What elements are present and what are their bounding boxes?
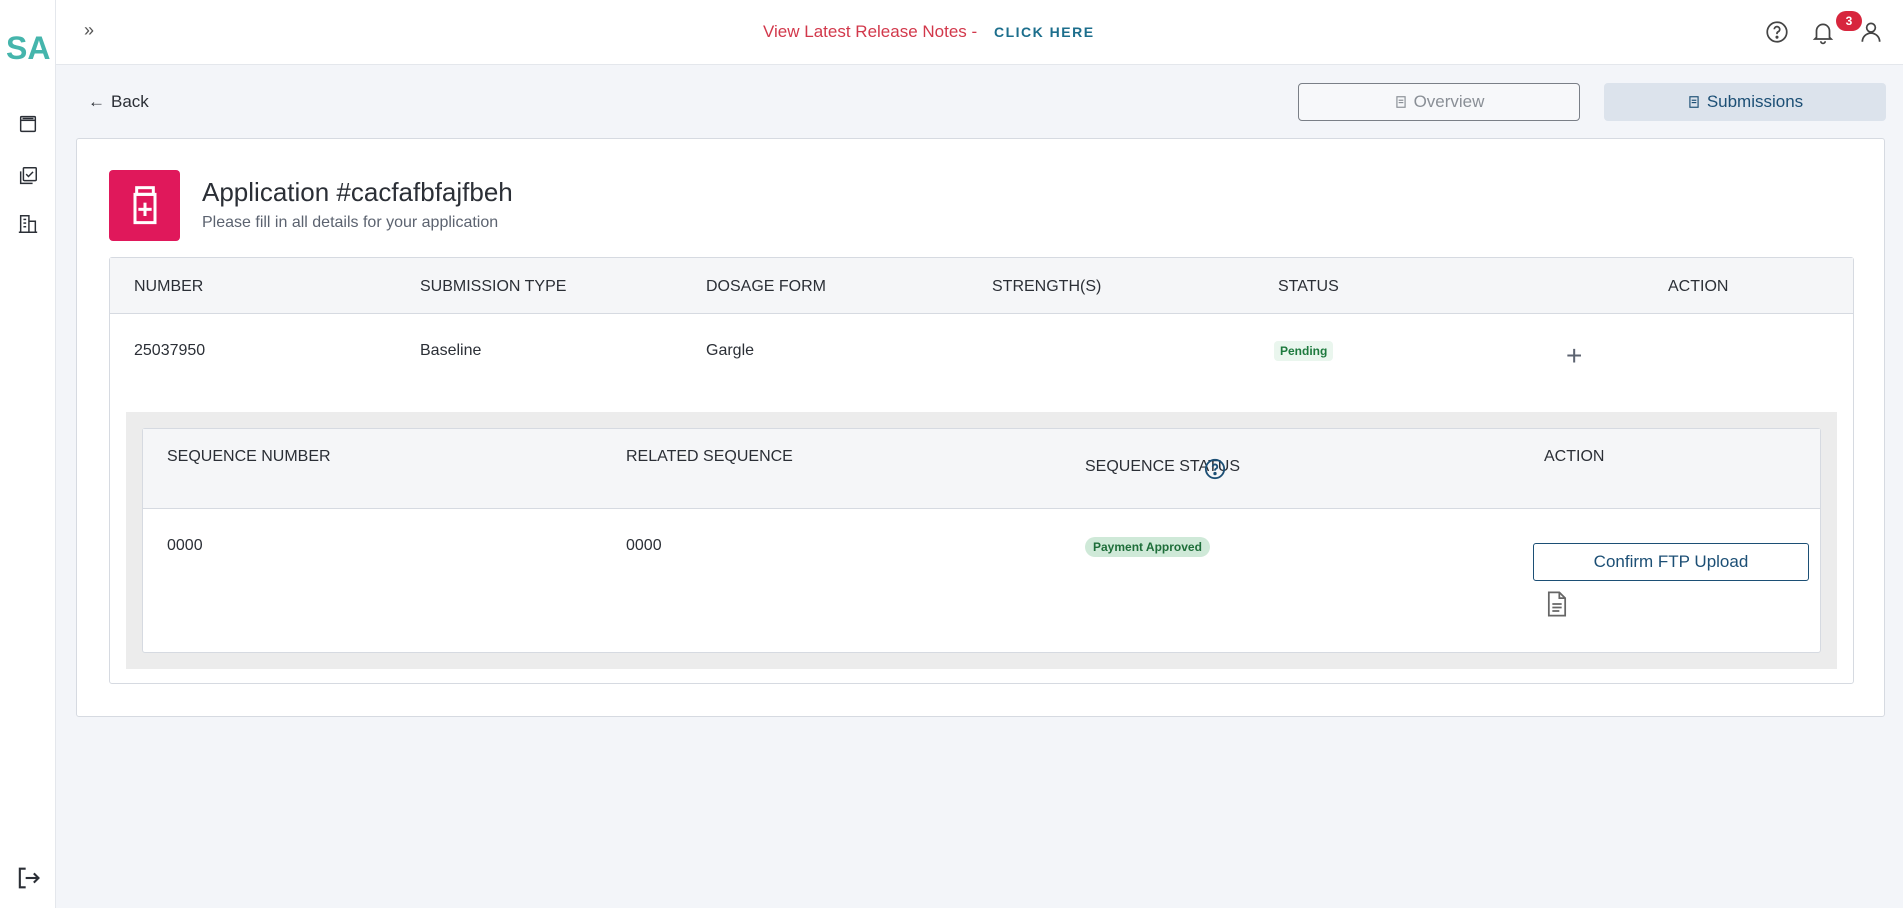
column-header-sequence-action: ACTION	[1544, 448, 1605, 465]
submission-type: Baseline	[420, 342, 482, 359]
submissions-label: Submissions	[1706, 92, 1804, 111]
sequence-number: 0000	[167, 537, 203, 554]
profile-button[interactable]	[1858, 19, 1886, 47]
view-document-button[interactable]	[1543, 590, 1571, 618]
submission-number: 25037950	[134, 342, 206, 359]
user-icon	[1861, 22, 1881, 42]
document-small-icon	[1689, 96, 1699, 108]
dosage-form: Gargle	[706, 342, 755, 359]
submissions-tab-button[interactable]: Submissions	[1604, 83, 1886, 121]
sidebar-item-book[interactable]	[15, 111, 41, 137]
logout-icon	[18, 867, 40, 889]
column-header-strengths: STRENGTH(S)	[992, 278, 1102, 295]
page-subtitle: Please fill in all details for your appl…	[202, 214, 499, 231]
release-notes-link[interactable]: CLICK HERE	[994, 24, 1095, 40]
help-icon	[1766, 21, 1788, 43]
expand-row-button[interactable]: +	[1566, 342, 1582, 370]
help-button[interactable]	[1764, 19, 1792, 47]
logout-button[interactable]	[14, 864, 42, 892]
overview-tab-button[interactable]: Overview	[1298, 83, 1580, 121]
column-header-status: STATUS	[1278, 278, 1339, 295]
column-header-sequence-number: SEQUENCE NUMBER	[167, 448, 331, 465]
status-badge: Pending	[1274, 341, 1334, 361]
sequence-table-header: SEQUENCE NUMBER RELATED SEQUENCE SEQUENC…	[143, 429, 1820, 509]
question-circle-icon	[1204, 458, 1226, 480]
back-button[interactable]: ← Back	[88, 92, 149, 112]
column-header-number: NUMBER	[134, 278, 204, 295]
top-bar: » View Latest Release Notes - CLICK HERE…	[56, 0, 1903, 65]
document-icon	[1547, 591, 1567, 617]
related-sequence: 0000	[626, 537, 662, 554]
back-label: Back	[111, 92, 149, 111]
expand-sidebar-button[interactable]: »	[84, 20, 94, 41]
notifications-button[interactable]	[1810, 19, 1838, 47]
column-header-dosage-form: DOSAGE FORM	[706, 278, 827, 295]
page-title: Application #cacfafbfajfbeh	[202, 177, 513, 207]
sidebar: SA	[0, 0, 56, 908]
sequence-status-help-button[interactable]	[1204, 458, 1226, 480]
confirm-ftp-upload-button[interactable]: Confirm FTP Upload	[1533, 543, 1809, 581]
column-header-action: ACTION	[1668, 278, 1729, 295]
sequence-table: SEQUENCE NUMBER RELATED SEQUENCE SEQUENC…	[142, 428, 1821, 653]
app-logo: SA	[6, 30, 51, 66]
column-header-related-sequence: RELATED SEQUENCE	[626, 448, 793, 465]
medicine-bottle-icon	[109, 170, 180, 241]
arrow-left-icon: ←	[88, 92, 105, 111]
submissions-table: NUMBER SUBMISSION TYPE DOSAGE FORM STREN…	[109, 257, 1854, 684]
overview-label: Overview	[1413, 92, 1485, 111]
sidebar-item-building[interactable]	[15, 211, 41, 237]
submissions-table-header: NUMBER SUBMISSION TYPE DOSAGE FORM STREN…	[110, 258, 1853, 314]
sidebar-item-checklist[interactable]	[15, 163, 41, 189]
sequence-status-badge: Payment Approved	[1085, 537, 1210, 557]
checklist-icon	[19, 167, 37, 185]
release-notes-text: View Latest Release Notes -	[763, 22, 978, 41]
document-small-icon	[1395, 96, 1406, 108]
column-header-submission-type: SUBMISSION TYPE	[420, 278, 567, 295]
bell-icon	[1812, 23, 1834, 45]
book-icon	[19, 115, 37, 133]
application-card: Application #cacfafbfajfbeh Please fill …	[76, 138, 1885, 717]
building-icon	[18, 215, 38, 233]
